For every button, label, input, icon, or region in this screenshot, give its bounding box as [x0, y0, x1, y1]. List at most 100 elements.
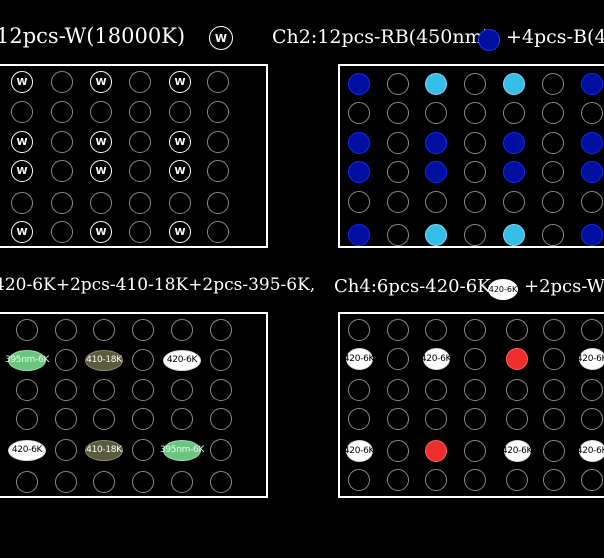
empty-led-socket [132, 471, 154, 493]
empty-led-socket [464, 102, 486, 124]
empty-led-socket [210, 408, 232, 430]
empty-led-socket [132, 408, 154, 430]
royal-blue-led [425, 132, 447, 154]
empty-led-socket [387, 319, 409, 341]
empty-led-socket [210, 471, 232, 493]
ch1-title: 12pcs-W(18000K) [0, 24, 186, 48]
blue-led [503, 224, 525, 246]
empty-led-socket [55, 471, 77, 493]
ch3-title: 420-6K+2pcs-410-18K+2pcs-395-6K, [0, 275, 316, 295]
empty-led-socket [387, 469, 409, 491]
white-led: W [169, 131, 191, 153]
empty-led-socket [464, 348, 486, 370]
empty-led-socket [51, 221, 73, 243]
empty-led-socket [506, 408, 528, 430]
ch2-title: Ch2:12pcs-RB(450nm) [272, 26, 491, 48]
empty-led-socket [425, 469, 447, 491]
empty-led-socket [51, 192, 73, 214]
white-led: W [11, 131, 33, 153]
empty-led-socket [464, 408, 486, 430]
empty-led-socket [387, 161, 409, 183]
empty-led-socket [16, 379, 38, 401]
ch1-led-panel: WWWWWWWWWWWW [0, 64, 268, 248]
empty-led-socket [542, 191, 564, 213]
royal-blue-led [581, 224, 603, 246]
led-410-18k: 410-18K [85, 349, 123, 371]
ch1-legend-label: W [214, 31, 228, 45]
empty-led-socket [93, 471, 115, 493]
red-led [425, 440, 447, 462]
empty-led-socket [207, 192, 229, 214]
white-led: W [169, 160, 191, 182]
white-led: W [11, 160, 33, 182]
empty-led-socket [543, 408, 565, 430]
empty-led-socket [51, 131, 73, 153]
empty-led-socket [464, 132, 486, 154]
empty-led-socket [55, 379, 77, 401]
led-410-18k: 410-18K [85, 439, 123, 461]
royal-blue-led [581, 132, 603, 154]
empty-led-socket [210, 349, 232, 371]
empty-led-socket [55, 319, 77, 341]
empty-led-socket [207, 101, 229, 123]
blue-led [503, 73, 525, 95]
empty-led-socket [129, 71, 151, 93]
empty-led-socket [16, 471, 38, 493]
ch1-white-led-legend-icon: W [209, 26, 233, 50]
royal-blue-led [348, 224, 370, 246]
empty-led-socket [169, 192, 191, 214]
empty-led-socket [387, 379, 409, 401]
empty-led-socket [129, 192, 151, 214]
empty-led-socket [464, 191, 486, 213]
empty-led-socket [387, 440, 409, 462]
ch4-led-panel: 420-6K 420-6K 420-6K 420-6K 420-6K 420-6K [338, 312, 604, 498]
led-420-6k: 420-6K [163, 349, 201, 371]
empty-led-socket [93, 319, 115, 341]
royal-blue-led [503, 132, 525, 154]
empty-led-socket [129, 131, 151, 153]
empty-led-socket [348, 102, 370, 124]
empty-led-socket [387, 408, 409, 430]
empty-led-socket [55, 349, 77, 371]
empty-led-socket [506, 319, 528, 341]
empty-led-socket [171, 408, 193, 430]
empty-led-socket [387, 132, 409, 154]
empty-led-socket [425, 191, 447, 213]
white-led: W [90, 131, 112, 153]
ch2-led-panel [338, 64, 604, 248]
royal-blue-led [581, 73, 603, 95]
royal-blue-led [503, 161, 525, 183]
empty-led-socket [207, 160, 229, 182]
red-led [506, 348, 528, 370]
empty-led-socket [464, 440, 486, 462]
ch4-title-extra: +2pcs-W-R [524, 276, 604, 297]
empty-led-socket [171, 319, 193, 341]
empty-led-socket [169, 101, 191, 123]
white-led: W [11, 71, 33, 93]
empty-led-socket [581, 379, 603, 401]
royal-blue-led [348, 73, 370, 95]
empty-led-socket [542, 224, 564, 246]
empty-led-socket [210, 439, 232, 461]
empty-led-socket [348, 319, 370, 341]
led-420-6k: 420-6K [344, 348, 374, 370]
empty-led-socket [542, 161, 564, 183]
ch4-legend-label: 420-6K [488, 285, 518, 294]
empty-led-socket [171, 379, 193, 401]
ch2-title-extra: +4pcs-B(47 [506, 26, 604, 48]
led-420-6k: 420-6K [502, 440, 532, 462]
empty-led-socket [543, 469, 565, 491]
empty-led-socket [129, 221, 151, 243]
empty-led-socket [207, 131, 229, 153]
empty-led-socket [506, 379, 528, 401]
empty-led-socket [506, 469, 528, 491]
white-led: W [90, 221, 112, 243]
empty-led-socket [11, 101, 33, 123]
empty-led-socket [348, 191, 370, 213]
empty-led-socket [503, 102, 525, 124]
white-led: W [90, 160, 112, 182]
empty-led-socket [51, 101, 73, 123]
empty-led-socket [464, 319, 486, 341]
empty-led-socket [464, 469, 486, 491]
led-420-6k: 420-6K [344, 440, 374, 462]
